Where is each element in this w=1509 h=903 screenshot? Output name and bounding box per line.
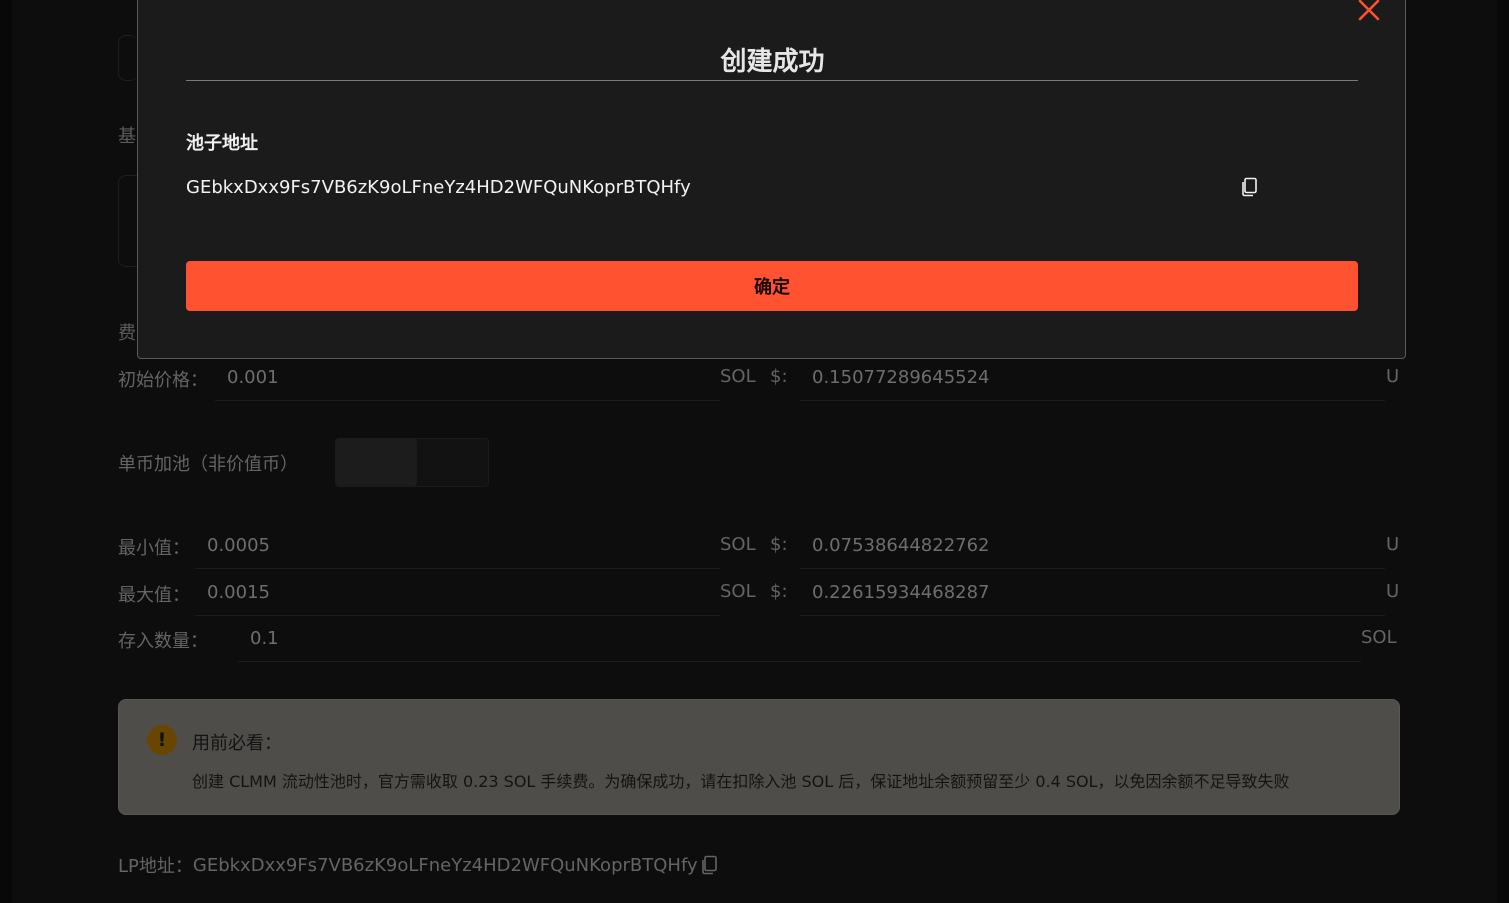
- title-divider: [186, 80, 1358, 81]
- close-icon[interactable]: [1354, 0, 1384, 25]
- copy-icon[interactable]: [1240, 177, 1258, 197]
- dialog-title: 创建成功: [720, 47, 825, 77]
- confirm-button[interactable]: 确定: [186, 261, 1358, 311]
- success-dialog: 创建成功 池子地址 GEbkxDxx9Fs7VB6zK9oLFneYz4HD2W…: [137, 0, 1406, 359]
- pool-address-value: GEbkxDxx9Fs7VB6zK9oLFneYz4HD2WFQuNKoprBT…: [186, 177, 691, 198]
- pool-address-label: 池子地址: [186, 133, 258, 154]
